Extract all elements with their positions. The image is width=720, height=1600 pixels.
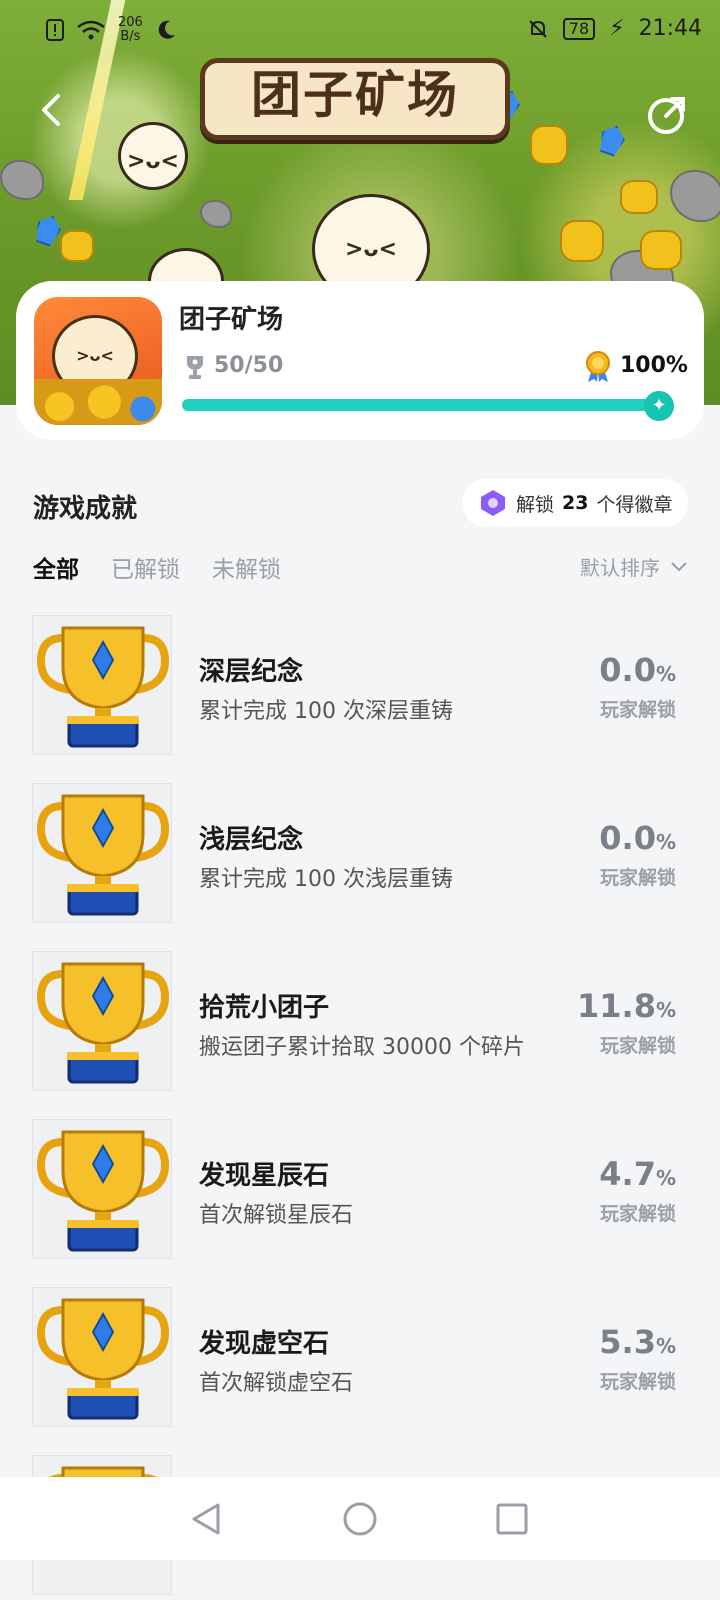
badge-prefix: 解锁: [516, 493, 555, 516]
achievement-description: 首次解锁虚空石: [199, 1371, 354, 1396]
unlock-rate-label: 玩家解锁: [599, 1035, 676, 1057]
nav-recents-icon[interactable]: [494, 1501, 530, 1537]
charging-icon: ⚡: [609, 16, 625, 41]
trophy-icon: [187, 356, 203, 379]
status-bar: 206 B/s 78 ⚡ 21:44: [0, 0, 720, 60]
badge-unlock-pill[interactable]: 解锁 23 个得徽章: [462, 479, 688, 527]
trophy-icon: [36, 962, 170, 1084]
achievement-item[interactable]: 深层纪念 累计完成 100 次深层重铸 0.0% 玩家解锁: [0, 615, 720, 757]
achievement-name: 拾荒小团子: [199, 993, 330, 1023]
back-button[interactable]: [30, 88, 74, 132]
sort-dropdown[interactable]: 默认排序: [580, 552, 688, 581]
unlock-rate: 0.0%: [599, 819, 676, 857]
gold-nugget-decoration: [530, 125, 568, 165]
sparkle-icon: ✦: [644, 391, 674, 421]
achievement-description: 首次解锁星辰石: [199, 1203, 354, 1228]
achievement-name: 发现星辰石: [199, 1161, 330, 1191]
banner-title-art: 团子矿场: [200, 58, 510, 140]
share-icon: [648, 97, 685, 134]
tab-locked[interactable]: 未解锁: [212, 550, 281, 584]
game-app-icon: >ᴗ<: [34, 297, 162, 425]
share-button[interactable]: [644, 92, 690, 138]
unlock-rate-label: 玩家解锁: [599, 1203, 676, 1225]
gold-nugget-decoration: [60, 230, 94, 262]
achievement-description: 搬运团子累计拾取 30000 个碎片: [199, 1035, 525, 1060]
dango-character: >ᴗ<: [118, 122, 188, 190]
sort-label: 默认排序: [580, 556, 660, 580]
gold-nugget-decoration: [640, 230, 682, 270]
completion-progress-fill: [182, 399, 660, 411]
mute-bell-icon: [529, 19, 547, 38]
gold-pile-decoration: [34, 379, 162, 425]
achievement-count: 50/50: [214, 353, 284, 378]
trophy-icon: [36, 794, 170, 916]
section-title: 游戏成就: [33, 494, 138, 524]
gold-nugget-decoration: [560, 220, 604, 262]
achievement-name: 浅层纪念: [199, 825, 304, 855]
completion-percent: 100%: [620, 353, 688, 378]
trophy-icon: [36, 1130, 170, 1252]
achievement-thumbnail: [32, 615, 172, 755]
wifi-icon: [77, 20, 105, 40]
unlock-rate: 0.0%: [599, 651, 676, 689]
achievement-thumbnail: [32, 783, 172, 923]
achievement-item[interactable]: 发现虚空石 首次解锁虚空石 5.3% 玩家解锁: [0, 1287, 720, 1429]
tab-unlocked[interactable]: 已解锁: [111, 550, 180, 584]
sim-alert-icon: [46, 19, 64, 41]
trophy-icon: [36, 626, 170, 748]
unlock-rate-label: 玩家解锁: [599, 867, 676, 889]
unlock-rate: 11.8%: [577, 987, 676, 1025]
nav-home-icon[interactable]: [342, 1501, 378, 1537]
filter-tabs: 全部 已解锁 未解锁: [33, 550, 281, 584]
badge-hexagon-icon: [481, 490, 505, 516]
unlock-rate: 4.7%: [599, 1155, 676, 1193]
game-name: 团子矿场: [179, 305, 284, 335]
chevron-down-icon: [671, 561, 687, 571]
badge-suffix: 个得徽章: [596, 493, 673, 516]
trophy-icon: [36, 1298, 170, 1420]
unlock-rate: 5.3%: [599, 1323, 676, 1361]
moon-icon: [158, 20, 175, 39]
completion-progress-bar: [182, 399, 660, 411]
battery-indicator: 78: [562, 17, 596, 40]
achievement-thumbnail: [32, 1287, 172, 1427]
clock: 21:44: [638, 16, 702, 41]
medal-icon: [586, 351, 610, 382]
system-nav-bar: [0, 1477, 720, 1560]
achievement-thumbnail: [32, 951, 172, 1091]
unlock-rate-label: 玩家解锁: [599, 699, 676, 721]
achievement-description: 累计完成 100 次深层重铸: [199, 699, 453, 724]
net-speed: 206 B/s: [118, 15, 143, 44]
achievement-description: 累计完成 100 次浅层重铸: [199, 867, 453, 892]
chevron-left-icon: [42, 94, 60, 126]
tab-all[interactable]: 全部: [33, 550, 79, 584]
achievement-item[interactable]: 浅层纪念 累计完成 100 次浅层重铸 0.0% 玩家解锁: [0, 783, 720, 925]
achievement-thumbnail: [32, 1119, 172, 1259]
unlock-rate-label: 玩家解锁: [599, 1371, 676, 1393]
nav-back-icon[interactable]: [188, 1501, 224, 1537]
achievement-name: 发现虚空石: [199, 1329, 330, 1359]
achievement-item[interactable]: 发现星辰石 首次解锁星辰石 4.7% 玩家解锁: [0, 1119, 720, 1261]
game-summary-card: >ᴗ< 团子矿场 50/50 100% ✦: [16, 281, 704, 440]
achievement-item[interactable]: 拾荒小团子 搬运团子累计拾取 30000 个碎片 11.8% 玩家解锁: [0, 951, 720, 1093]
achievement-name: 深层纪念: [199, 657, 304, 687]
gold-nugget-decoration: [620, 180, 658, 214]
badge-count: 23: [562, 492, 589, 514]
